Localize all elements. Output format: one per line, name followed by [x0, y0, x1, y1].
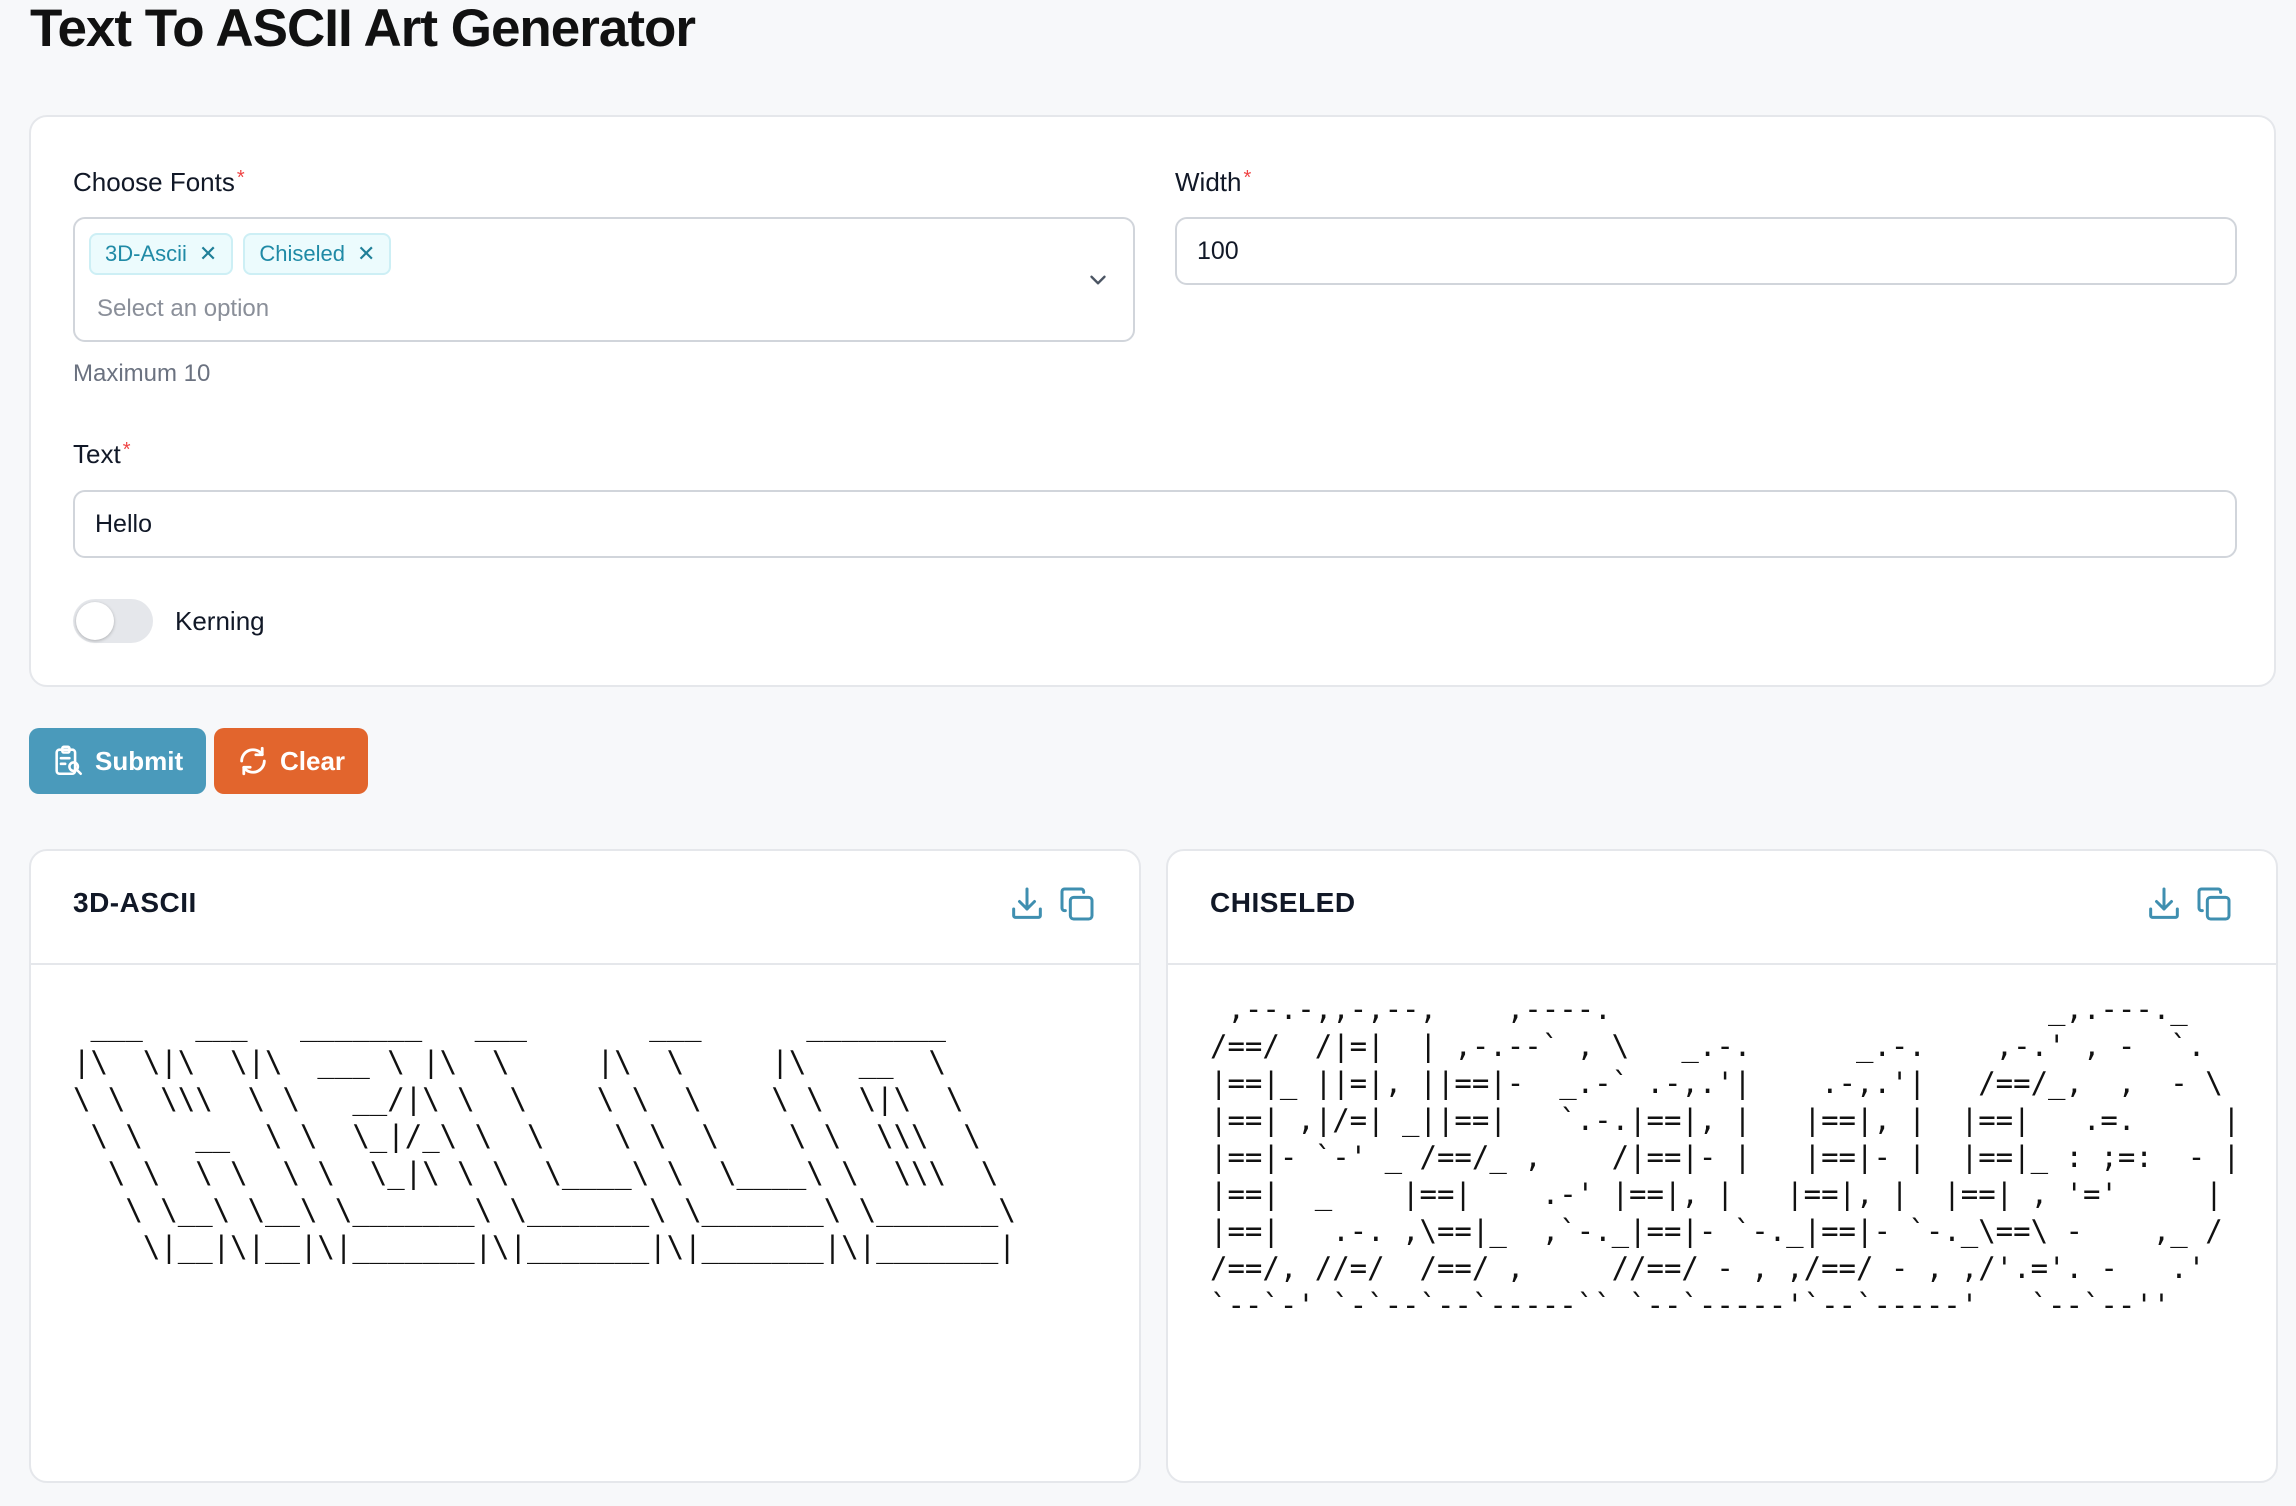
fonts-hint: Maximum 10 [73, 360, 211, 387]
chip-label: 3D-Ascii [105, 241, 187, 266]
clear-button[interactable]: Clear [214, 728, 368, 794]
page-title: Text To ASCII Art Generator [30, 0, 696, 58]
chevron-down-icon[interactable] [1085, 267, 1111, 293]
font-chip-chiseled: Chiseled ✕ [243, 233, 392, 275]
result-header: CHISELED [1168, 851, 2276, 965]
fonts-multiselect[interactable]: 3D-Ascii ✕ Chiseled ✕ Select an option [73, 217, 1135, 342]
fonts-label: Choose Fonts * [73, 167, 245, 197]
required-mark: * [1243, 167, 1252, 189]
remove-chip-icon[interactable]: ✕ [357, 243, 375, 265]
submit-label: Submit [95, 745, 184, 776]
kerning-label: Kerning [175, 606, 265, 636]
copy-icon[interactable] [2194, 884, 2234, 924]
refresh-icon [240, 746, 266, 776]
clipboard-search-icon [55, 745, 83, 776]
remove-chip-icon[interactable]: ✕ [199, 243, 217, 265]
download-icon[interactable] [1007, 884, 1047, 924]
chip-label: Chiseled [259, 241, 345, 266]
toggle-knob [76, 602, 114, 640]
required-mark: * [122, 439, 131, 461]
kerning-toggle[interactable] [73, 599, 153, 643]
copy-icon[interactable] [1057, 884, 1097, 924]
download-icon[interactable] [2144, 884, 2184, 924]
width-input[interactable] [1175, 217, 2237, 285]
generator-form: Choose Fonts * 3D-Ascii ✕ Chiseled ✕ Sele… [29, 115, 2276, 687]
result-header: 3D-ASCII [31, 851, 1139, 965]
width-label: Width * [1175, 167, 1252, 197]
result-title: CHISELED [1210, 887, 1356, 918]
result-title: 3D-ASCII [73, 887, 197, 918]
clear-label: Clear [280, 745, 346, 776]
font-chip-3d-ascii: 3D-Ascii ✕ [89, 233, 234, 275]
submit-button[interactable]: Submit [29, 728, 206, 794]
fonts-placeholder[interactable]: Select an option [97, 295, 269, 323]
result-card-chiseled: CHISELED ,--.-,,-,--, ,----. _,.---._ /=… [1166, 849, 2278, 1483]
ascii-art-output: ___ ___ _______ ___ ___ ________ |\ \|\ … [73, 1008, 1016, 1264]
required-mark: * [236, 167, 245, 189]
ascii-art-output: ,--.-,,-,--, ,----. _,.---._ /==/ /|=| |… [1210, 992, 2241, 1322]
result-card-3d-ascii: 3D-ASCII ___ ___ _______ ___ ___ _______… [29, 849, 1141, 1483]
text-input[interactable] [73, 490, 2237, 558]
text-label: Text * [73, 439, 131, 469]
